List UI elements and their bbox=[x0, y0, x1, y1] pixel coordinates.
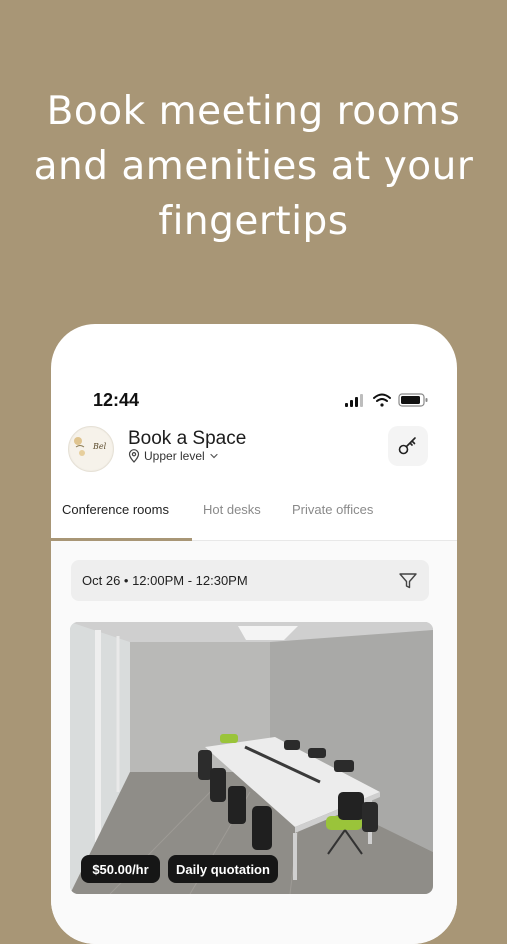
wifi-icon bbox=[373, 393, 391, 407]
location-pin-icon bbox=[128, 449, 140, 463]
key-icon bbox=[398, 437, 416, 455]
headline-line-3: fingertips bbox=[158, 199, 349, 244]
status-icons bbox=[345, 393, 428, 407]
logo-text: Bel bbox=[92, 442, 107, 451]
key-button[interactable] bbox=[388, 426, 428, 466]
logo-image: Bel bbox=[70, 428, 112, 470]
headline: Book meeting rooms and amenities at your… bbox=[0, 84, 507, 249]
tab-bar: Conference rooms Hot desks Private offic… bbox=[51, 494, 457, 541]
tab-private-offices[interactable]: Private offices bbox=[292, 502, 373, 517]
battery-icon bbox=[398, 393, 428, 407]
location-selector[interactable]: Upper level bbox=[128, 449, 219, 463]
venue-logo: Bel bbox=[68, 426, 114, 472]
tab-hot-desks[interactable]: Hot desks bbox=[203, 502, 261, 517]
room-photo bbox=[70, 622, 433, 894]
price-badge: $50.00/hr bbox=[81, 855, 160, 883]
room-card[interactable]: $50.00/hr Daily quotation bbox=[70, 622, 433, 894]
signal-icon bbox=[345, 394, 363, 407]
headline-line-1: Book meeting rooms bbox=[46, 89, 461, 134]
status-time: 12:44 bbox=[93, 390, 140, 410]
phone-screen: 12:44 Bel Book a Space Upper level Confe… bbox=[51, 324, 457, 944]
date-time-filter[interactable]: Oct 26 • 12:00PM - 12:30PM bbox=[71, 560, 429, 601]
location-label: Upper level bbox=[144, 449, 205, 463]
date-time-label: Oct 26 • 12:00PM - 12:30PM bbox=[82, 573, 248, 588]
tab-conference-rooms[interactable]: Conference rooms bbox=[62, 502, 169, 517]
page-title: Book a Space bbox=[128, 428, 247, 449]
headline-line-2: and amenities at your bbox=[33, 144, 474, 189]
daily-quotation-badge: Daily quotation bbox=[168, 855, 278, 883]
chevron-down-icon bbox=[210, 453, 218, 459]
filter-icon[interactable] bbox=[398, 571, 418, 591]
